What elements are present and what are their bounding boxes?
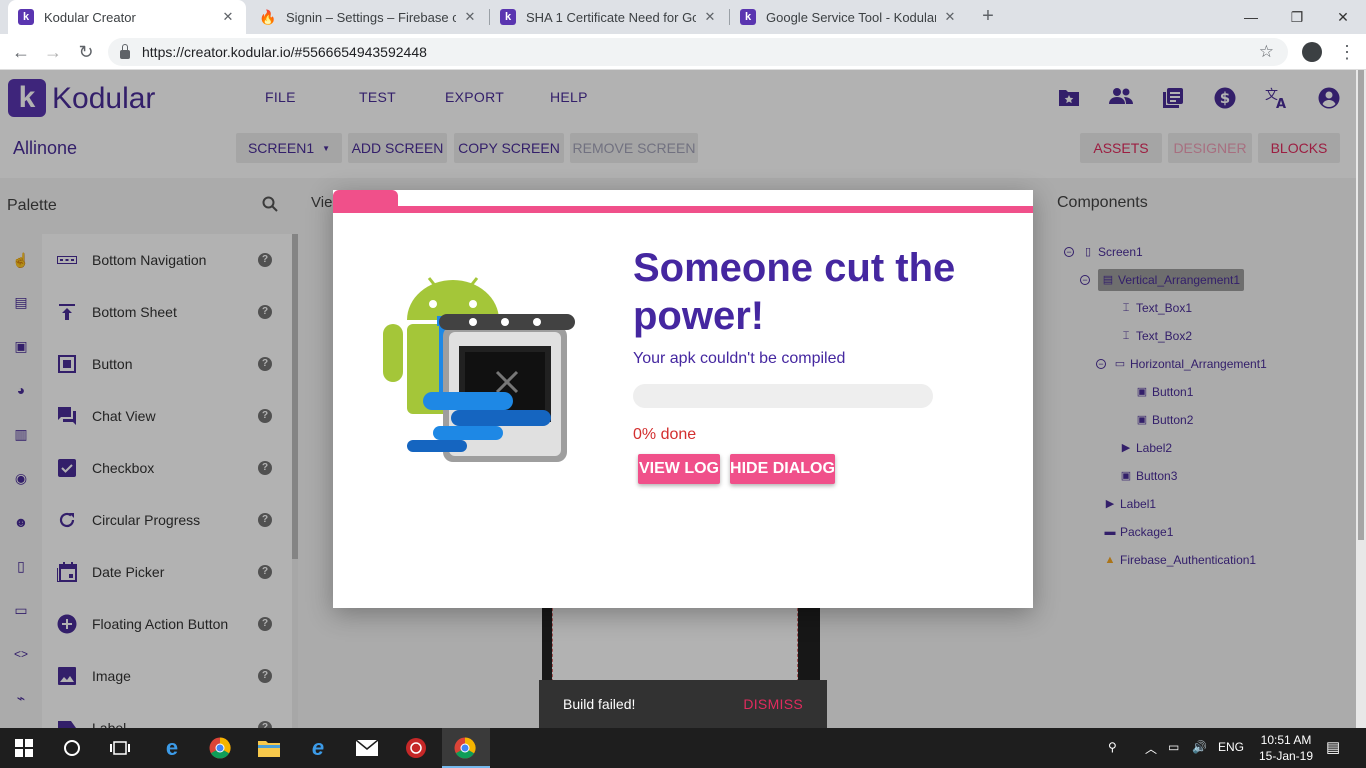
clock-time: 10:51 AM <box>1260 733 1312 747</box>
build-error-dialog: Someone cut the power! Your apk couldn't… <box>333 190 1033 608</box>
internet-explorer-icon[interactable]: e <box>306 735 330 760</box>
build-progress-bar <box>633 384 933 408</box>
lock-icon <box>120 43 130 59</box>
browser-tab-sha1[interactable]: k SHA 1 Certificate Need for Goog ✕ <box>490 0 728 34</box>
progress-percent-text: 0% done <box>633 426 697 443</box>
firebase-icon: 🔥 <box>259 8 277 25</box>
browser-tab-google-service[interactable]: k Google Service Tool - Kodular To ✕ <box>730 0 968 34</box>
chrome-active-icon[interactable] <box>453 736 477 760</box>
dialog-subtitle: Your apk couldn't be compiled <box>633 350 846 367</box>
dismiss-button[interactable]: DISMISS <box>743 696 803 712</box>
close-tab-icon[interactable]: ✕ <box>702 9 718 25</box>
page-scroll-thumb[interactable] <box>1358 70 1364 540</box>
battery-icon[interactable]: ▭ <box>1168 740 1179 754</box>
chrome-icon[interactable] <box>208 736 232 760</box>
kodular-icon: k <box>740 9 756 25</box>
people-tray-icon[interactable]: ⚲ <box>1108 740 1117 754</box>
cortana-search-icon[interactable] <box>60 736 84 760</box>
notifications-icon[interactable]: ▤ <box>1326 738 1340 756</box>
security-app-icon[interactable] <box>404 736 428 760</box>
close-window-icon[interactable]: ✕ <box>1320 0 1366 34</box>
tab-title: Signin – Settings – Firebase cons <box>286 9 456 25</box>
tab-title: Kodular Creator <box>44 9 136 25</box>
volume-icon[interactable]: 🔊 <box>1192 740 1207 754</box>
page-scrollbar[interactable] <box>1356 70 1366 728</box>
dialog-top-accent <box>333 206 1033 213</box>
tab-title: Google Service Tool - Kodular To <box>766 9 936 25</box>
snackbar-text: Build failed! <box>563 696 636 712</box>
clock-date: 15-Jan-19 <box>1258 749 1314 763</box>
kodular-icon: k <box>500 9 516 25</box>
url-field[interactable]: https://creator.kodular.io/#556665494359… <box>108 38 1288 66</box>
hide-dialog-button[interactable]: HIDE DIALOG <box>730 454 835 484</box>
back-icon[interactable]: ← <box>10 41 32 63</box>
browser-address-bar: ← → ↻ https://creator.kodular.io/#556665… <box>0 34 1366 70</box>
close-tab-icon[interactable]: ✕ <box>462 9 478 25</box>
url-text: https://creator.kodular.io/#556665494359… <box>142 44 427 60</box>
tab-title: SHA 1 Certificate Need for Goog <box>526 9 696 25</box>
mail-icon[interactable] <box>355 736 379 760</box>
input-language[interactable]: ENG <box>1218 740 1244 754</box>
new-tab-icon[interactable]: + <box>978 6 998 26</box>
windows-taskbar: e e ⚲ ︿ ▭ 🔊 ENG 10:51 AM 15-Jan-19 ▤ <box>0 728 1366 768</box>
edge-browser-icon[interactable]: e <box>160 735 184 760</box>
close-tab-icon[interactable]: ✕ <box>942 9 958 25</box>
system-clock[interactable]: 10:51 AM 15-Jan-19 <box>1256 732 1316 764</box>
profile-avatar[interactable] <box>1302 42 1322 62</box>
reload-icon[interactable]: ↻ <box>75 41 97 63</box>
file-explorer-icon[interactable] <box>257 736 281 760</box>
browser-tab-firebase[interactable]: 🔥 Signin – Settings – Firebase cons ✕ <box>250 0 488 34</box>
restore-icon[interactable]: ❐ <box>1274 0 1320 34</box>
view-log-button[interactable]: VIEW LOG <box>638 454 720 484</box>
minimize-icon[interactable]: — <box>1228 0 1274 34</box>
android-oven-illustration <box>383 277 575 462</box>
task-view-icon[interactable] <box>108 736 132 760</box>
forward-icon[interactable]: → <box>42 41 64 63</box>
dialog-title: Someone cut the power! <box>633 246 956 338</box>
close-tab-icon[interactable]: ✕ <box>220 9 236 25</box>
browser-tab-bar: k Kodular Creator ✕ 🔥 Signin – Settings … <box>0 0 1366 34</box>
browser-tab-kodular-creator[interactable]: k Kodular Creator ✕ <box>8 0 246 34</box>
build-failed-snackbar: Build failed! DISMISS <box>539 680 827 728</box>
windows-start-icon[interactable] <box>12 736 36 760</box>
browser-menu-icon[interactable]: ⋮ <box>1338 42 1356 62</box>
kodular-icon: k <box>18 9 34 25</box>
bookmark-star-icon[interactable]: ☆ <box>1259 42 1274 62</box>
show-hidden-icons-icon[interactable]: ︿ <box>1145 740 1157 757</box>
